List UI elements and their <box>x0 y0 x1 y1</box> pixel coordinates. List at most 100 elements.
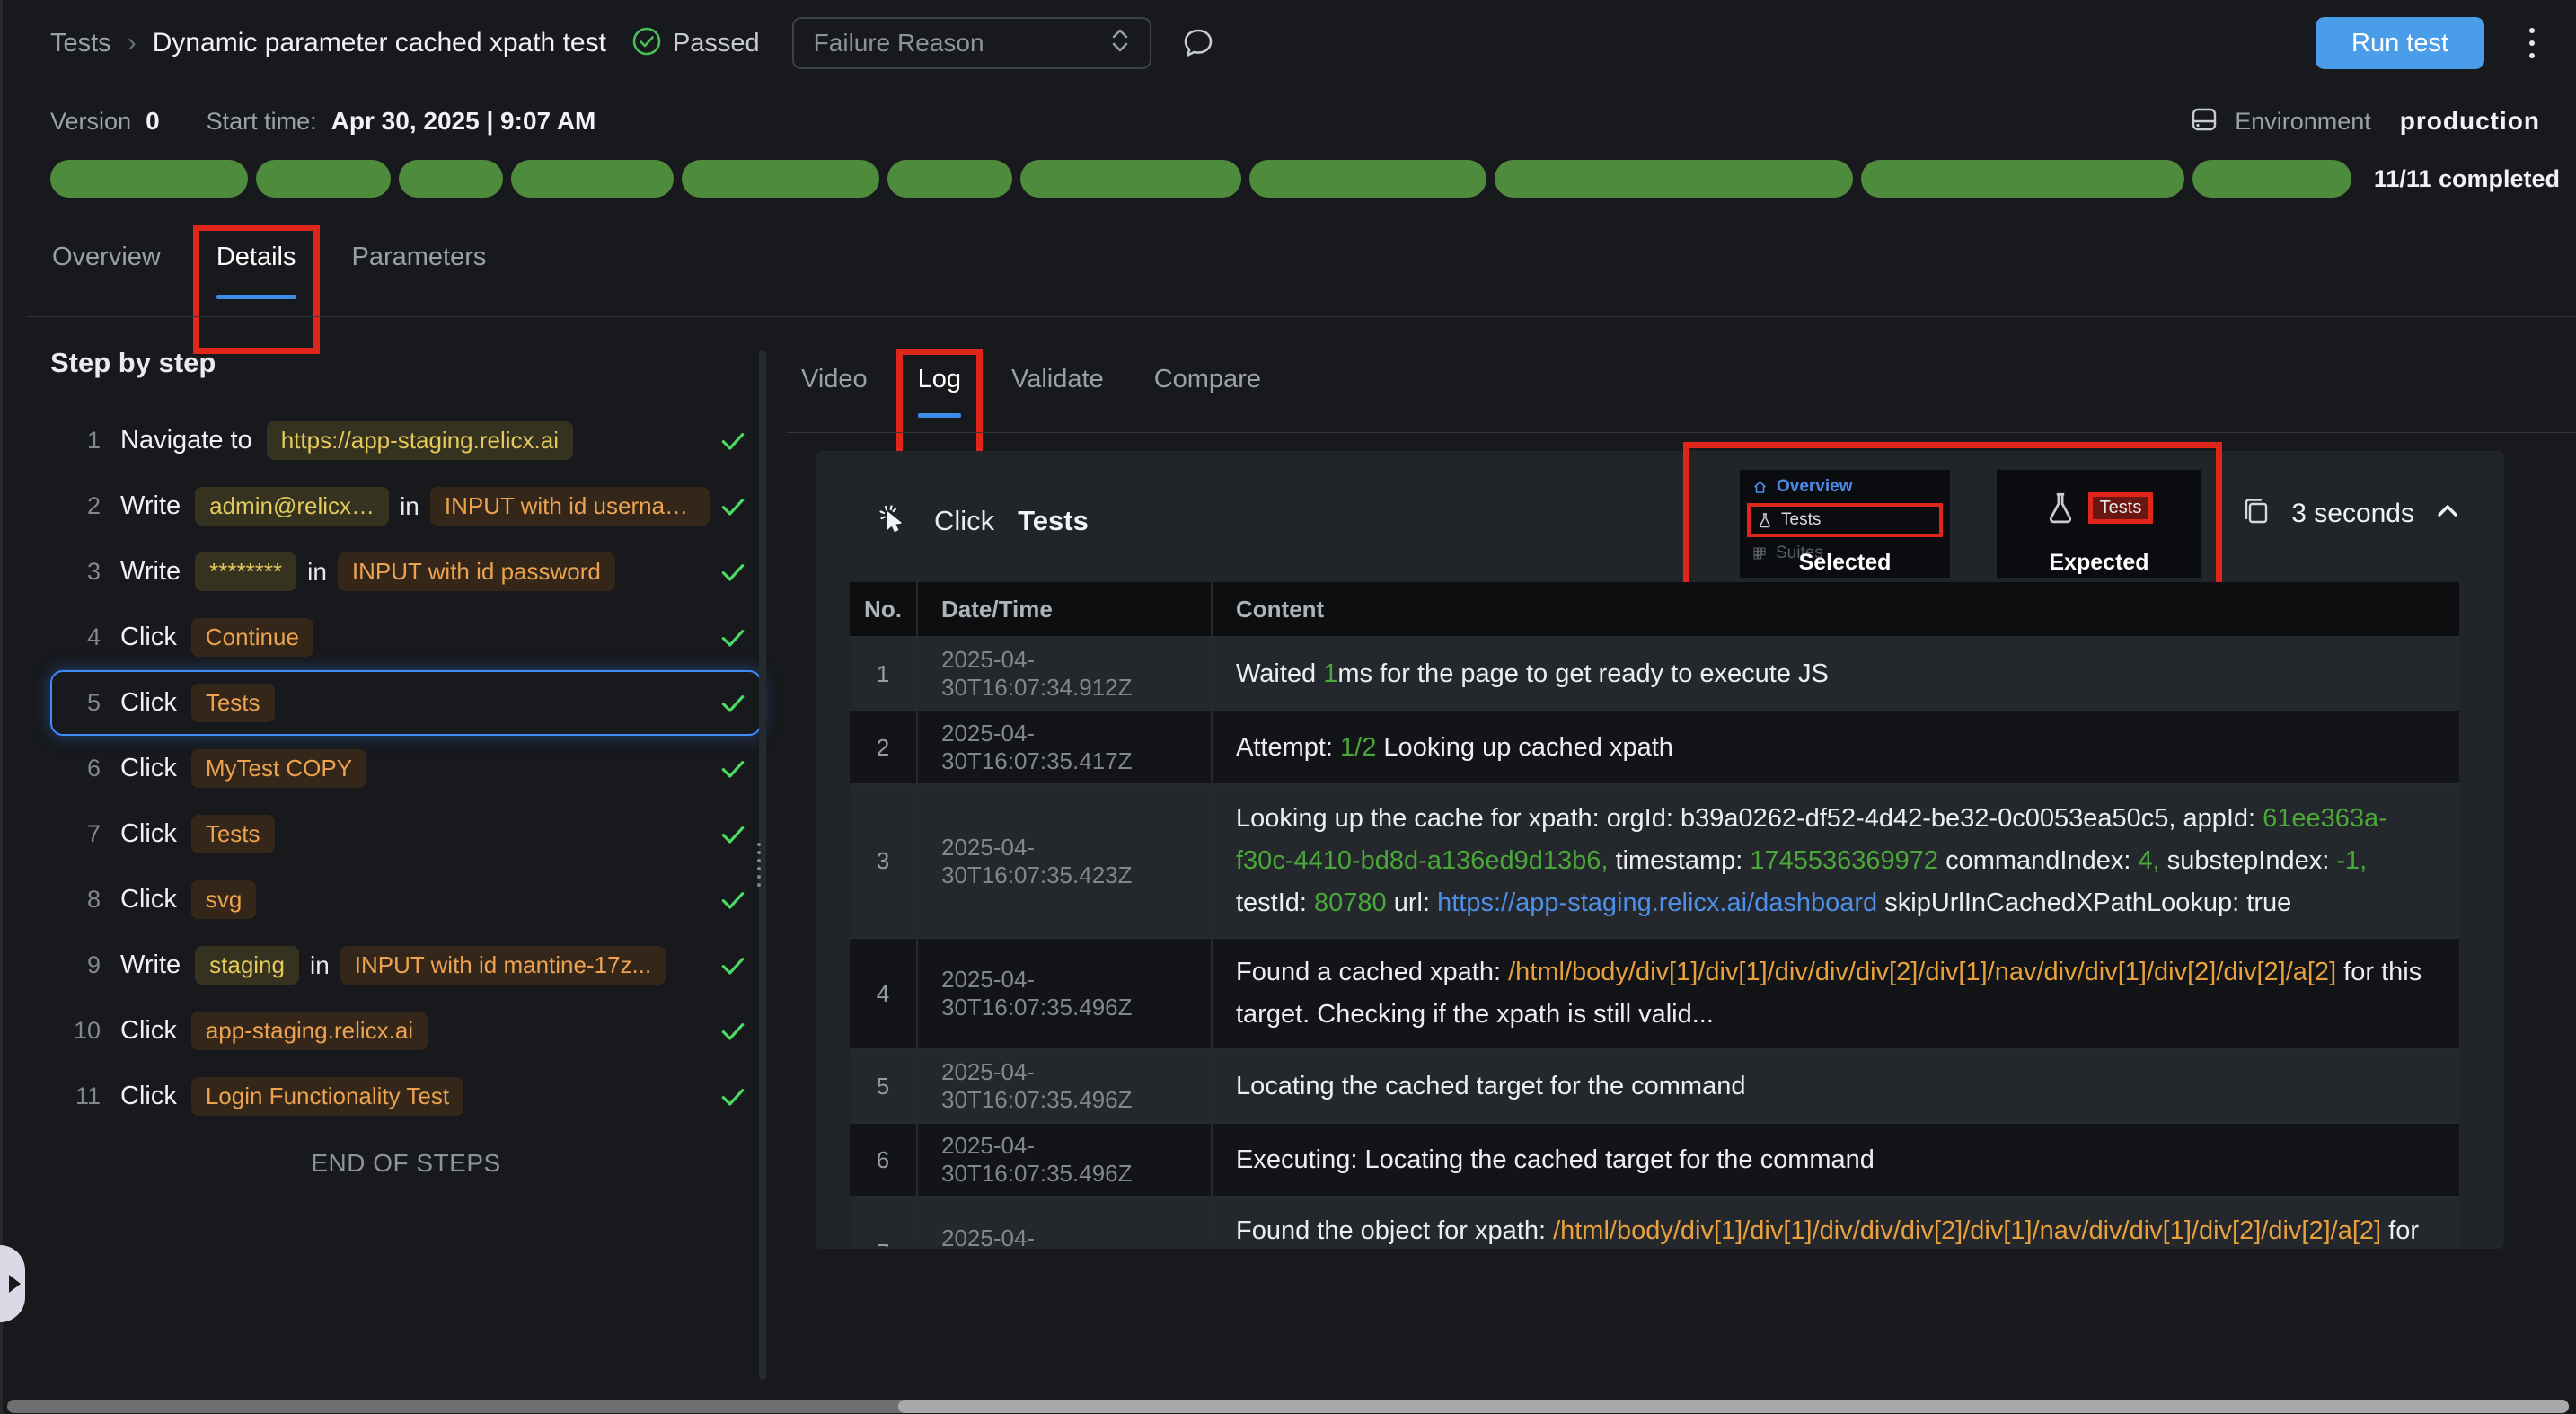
step-parts: Tests <box>191 684 275 722</box>
tab-log-underline <box>918 413 961 418</box>
step-row[interactable]: 2Writeadmin@relicx.aiinINPUT with id use… <box>50 473 762 539</box>
home-icon <box>1752 480 1768 495</box>
step-check-icon <box>710 492 747 521</box>
tab-compare[interactable]: Compare <box>1154 365 1261 401</box>
mini-tests-item-highlighted: Tests <box>1747 503 1943 537</box>
comment-button[interactable] <box>1178 23 1218 63</box>
expected-caption: Expected <box>1997 550 2201 576</box>
log-step-target: Tests <box>1018 505 1089 537</box>
log-content-text: Locating the cached target for the comma… <box>1236 1065 1745 1108</box>
step-row[interactable]: 4ClickContinue <box>50 605 762 670</box>
mini-overview-item: Overview <box>1752 475 1943 499</box>
step-row[interactable]: 9WritestaginginINPUT with id mantine-17z… <box>50 932 762 998</box>
step-row[interactable]: 5 Click Tests <box>50 670 762 736</box>
step-number: 7 <box>65 820 101 848</box>
step-by-step-panel: Step by step 1Navigate tohttps://app-sta… <box>50 347 762 1178</box>
panel-resize-grip[interactable] <box>755 841 763 888</box>
meta-bar: Version 0 Start time: Apr 30, 2025 | 9:0… <box>0 86 2576 156</box>
cursor-click-icon <box>873 499 911 542</box>
log-text-segment: Attempt: <box>1236 733 1340 762</box>
log-cell-no: 2 <box>850 711 918 783</box>
selected-screenshot-thumbnail[interactable]: Overview Tests Suites Selected <box>1740 470 1950 578</box>
log-cell-time: 2025-04-30T16:07:35.423Z <box>918 785 1213 937</box>
log-row: 32025-04-30T16:07:35.423ZLooking up the … <box>850 785 2459 939</box>
step-target-badge: Login Functionality Test <box>191 1077 463 1116</box>
step-row[interactable]: 7ClickTests <box>50 801 762 867</box>
step-check-icon <box>710 886 747 915</box>
test-run-screen: Tests › Dynamic parameter cached xpath t… <box>0 0 2576 1414</box>
step-row[interactable]: 3Write********inINPUT with id password <box>50 539 762 605</box>
step-action: Write <box>120 950 181 980</box>
log-row: 42025-04-30T16:07:35.496ZFound a cached … <box>850 939 2459 1050</box>
log-row: 22025-04-30T16:07:35.417ZAttempt: 1/2 Lo… <box>850 711 2459 785</box>
step-number: 5 <box>65 689 101 717</box>
failure-reason-placeholder: Failure Reason <box>814 29 984 57</box>
step-row[interactable]: 10Clickapp-staging.relicx.ai <box>50 998 762 1064</box>
log-cell-no: 6 <box>850 1124 918 1196</box>
failure-reason-select[interactable]: Failure Reason <box>792 17 1151 69</box>
log-cell-content: Executing: Locating the cached target fo… <box>1213 1124 2459 1196</box>
log-text-segment: Waited <box>1236 659 1323 688</box>
log-cell-content: Attempt: 1/2 Looking up cached xpath <box>1213 711 2459 783</box>
log-cell-content: Waited 1ms for the page to get ready to … <box>1213 638 2459 710</box>
step-action: Click <box>120 1082 177 1111</box>
log-text-segment: 1745536369972 <box>1750 846 1938 875</box>
step-number: 1 <box>65 427 101 455</box>
tab-details[interactable]: Details <box>216 243 296 286</box>
log-text-segment: 1/2 <box>1340 733 1376 762</box>
step-row[interactable]: 8Clicksvg <box>50 867 762 932</box>
step-row[interactable]: 1Navigate tohttps://app-staging.relicx.a… <box>50 408 762 473</box>
step-parts: MyTest COPY <box>191 749 366 788</box>
tab-validate[interactable]: Validate <box>1011 365 1104 401</box>
progress-segment <box>50 160 248 198</box>
breadcrumb[interactable]: Tests <box>50 29 111 58</box>
log-cell-time: 2025-04-30T16:07:34.912Z <box>918 638 1213 710</box>
status-label: Passed <box>673 29 760 58</box>
step-action: Click <box>120 885 177 915</box>
log-cell-no: 5 <box>850 1050 918 1122</box>
step-row[interactable]: 11ClickLogin Functionality Test <box>50 1064 762 1129</box>
step-check-icon <box>710 558 747 587</box>
sidebar-expand-handle[interactable] <box>0 1245 25 1322</box>
run-test-button[interactable]: Run test <box>2316 17 2484 69</box>
expected-screenshot-thumbnail[interactable]: Tests Expected <box>1997 470 2201 578</box>
horizontal-scrollbar[interactable] <box>7 1400 2569 1413</box>
progress-segment <box>1495 160 1853 198</box>
tab-log[interactable]: Log <box>918 365 961 401</box>
step-action: Click <box>120 688 177 718</box>
duration-label: 3 seconds <box>2291 499 2414 529</box>
step-check-icon <box>710 951 747 980</box>
step-target-badge: Continue <box>191 618 313 657</box>
log-text-segment: https://app-staging.relicx.ai/dashboard <box>1437 888 1877 917</box>
select-chevrons-icon <box>1110 25 1130 62</box>
step-number: 4 <box>65 623 101 651</box>
copy-icon[interactable] <box>2239 494 2273 533</box>
log-row: 72025-04-30T16:07:35.753ZFound the objec… <box>850 1197 2459 1247</box>
environment-label: Environment <box>2235 108 2371 136</box>
step-action: Navigate to <box>120 426 252 455</box>
collapse-chevron-up-icon[interactable] <box>2432 496 2463 531</box>
step-row[interactable]: 6ClickMyTest COPY <box>50 736 762 801</box>
status-badge: Passed <box>631 26 760 61</box>
step-parts: Continue <box>191 618 313 657</box>
tab-video[interactable]: Video <box>801 365 868 401</box>
step-action: Click <box>120 754 177 783</box>
step-check-icon <box>710 1017 747 1046</box>
step-check-icon <box>710 820 747 849</box>
log-card-header: Click Tests Overview Tests <box>816 451 2504 582</box>
log-row: 52025-04-30T16:07:35.496ZLocating the ca… <box>850 1050 2459 1124</box>
progress-segment <box>256 160 391 198</box>
tab-overview[interactable]: Overview <box>52 243 161 286</box>
tab-parameters[interactable]: Parameters <box>352 243 487 286</box>
more-options-button[interactable] <box>2524 22 2540 64</box>
log-text-segment: substepIndex: <box>2160 846 2337 875</box>
selected-caption: Selected <box>1740 550 1950 576</box>
log-table: No. Date/Time Content 12025-04-30T16:07:… <box>850 582 2459 1247</box>
log-text-segment: Looking up the cache for xpath: orgId: b… <box>1236 804 2263 833</box>
log-tabs-divider <box>787 432 2576 433</box>
step-target-badge: svg <box>191 880 256 919</box>
step-value-badge: staging <box>195 946 299 985</box>
step-action: Write <box>120 491 181 521</box>
step-action: Click <box>120 1016 177 1046</box>
horizontal-scrollbar-thumb[interactable] <box>898 1400 2569 1413</box>
